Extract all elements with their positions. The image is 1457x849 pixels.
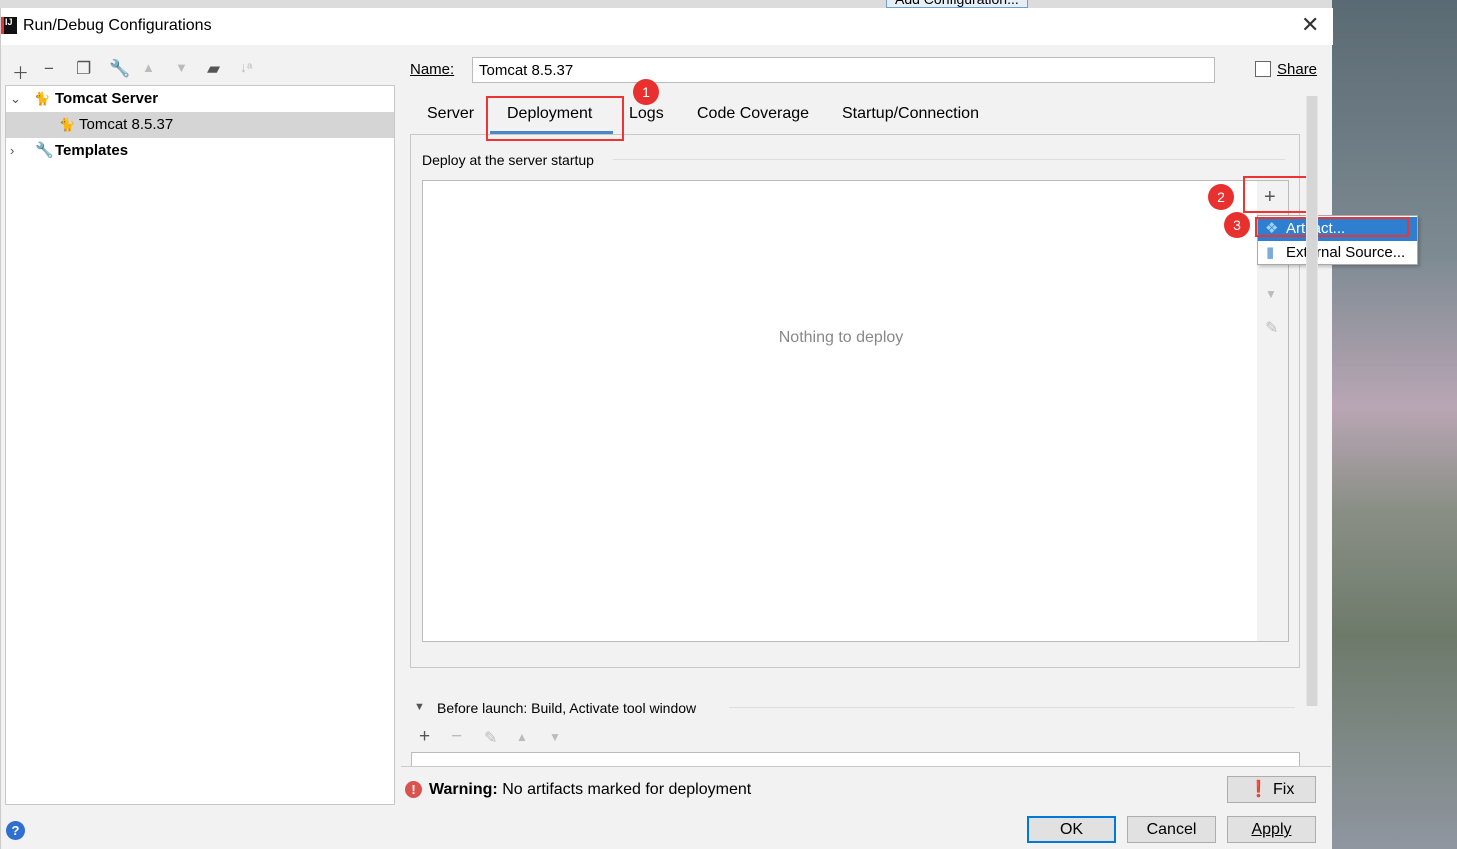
warning-text: No artifacts marked for deployment: [502, 781, 752, 798]
divider: [613, 159, 1285, 160]
wrench-icon[interactable]: 🔧: [109, 59, 130, 79]
deployment-list[interactable]: Nothing to deploy: [422, 180, 1258, 642]
menu-item-label: External Source...: [1286, 244, 1406, 261]
arrow-down-icon[interactable]: ▼: [1265, 287, 1277, 301]
tab-logs[interactable]: Logs: [629, 105, 664, 123]
fix-label: Fix: [1273, 781, 1295, 798]
title-bar: IJ Run/Debug Configurations ✕: [1, 8, 1333, 45]
pencil-icon[interactable]: ✎: [484, 728, 497, 748]
desktop-background: [1332, 0, 1457, 849]
tomcat-error-icon: 🐈: [59, 117, 76, 132]
tree-item-tomcat-server[interactable]: ⌄ 🐈 Tomcat Server: [6, 86, 394, 112]
fix-button[interactable]: ❗ Fix: [1227, 776, 1316, 803]
plus-icon[interactable]: ＋: [12, 59, 29, 84]
scrollbar-thumb[interactable]: [1307, 96, 1317, 706]
empty-state-text: Nothing to deploy: [778, 329, 904, 346]
annotation-badge-1: 1: [633, 79, 659, 105]
warning-message: Warning: No artifacts marked for deploym…: [429, 781, 751, 799]
share-checkbox[interactable]: [1255, 61, 1271, 77]
minus-icon[interactable]: −: [451, 726, 462, 748]
arrow-up-icon[interactable]: ▲: [516, 730, 528, 744]
tree-item-tomcat-8-5-37[interactable]: 🐈 Tomcat 8.5.37: [6, 112, 394, 138]
sort-alpha-icon[interactable]: ↓ᵃ: [240, 59, 252, 75]
before-launch-label[interactable]: Before launch: Build, Activate tool wind…: [437, 700, 696, 716]
arrow-down-icon[interactable]: ▼: [549, 730, 561, 744]
help-icon[interactable]: ?: [6, 821, 25, 840]
divider: [401, 766, 1331, 767]
plus-icon[interactable]: +: [419, 726, 430, 748]
bulb-icon: ❗: [1248, 781, 1269, 798]
collapse-triangle-icon[interactable]: ▼: [414, 701, 425, 713]
configuration-tree: ⌄ 🐈 Tomcat Server 🐈 Tomcat 8.5.37 › 🔧 Te…: [5, 85, 395, 805]
add-configuration-button[interactable]: Add Configuration...: [886, 0, 1028, 8]
annotation-box-1: [486, 96, 624, 141]
intellij-logo-icon: IJ: [1, 17, 17, 34]
tab-server[interactable]: Server: [427, 105, 474, 123]
annotation-badge-3: 3: [1224, 212, 1250, 238]
annotation-box-3: [1255, 217, 1409, 237]
cancel-button[interactable]: Cancel: [1127, 816, 1216, 843]
share-label: Share: [1277, 61, 1318, 78]
tree-item-label: Tomcat Server: [55, 90, 159, 107]
menu-item-external-source[interactable]: ▮ External Source...: [1258, 241, 1417, 265]
before-launch-list[interactable]: [411, 752, 1300, 766]
close-icon[interactable]: ✕: [1301, 12, 1319, 38]
warning-label: Warning:: [429, 781, 498, 798]
deploy-section-label: Deploy at the server startup: [422, 152, 594, 168]
tomcat-icon: 🐈: [34, 91, 51, 106]
tree-item-label: Templates: [55, 142, 129, 159]
chevron-right-icon[interactable]: ›: [10, 138, 14, 164]
pencil-icon[interactable]: ✎: [1265, 318, 1278, 338]
tab-code-coverage[interactable]: Code Coverage: [697, 105, 809, 123]
tree-item-templates[interactable]: › 🔧 Templates: [6, 138, 394, 164]
name-label: Name:: [410, 61, 455, 78]
wrench-icon: 🔧: [35, 142, 54, 159]
name-input[interactable]: [472, 57, 1215, 83]
divider: [729, 707, 1295, 708]
arrow-down-icon[interactable]: ▼: [175, 60, 188, 75]
warning-icon: !: [405, 781, 422, 798]
tab-startup-connection[interactable]: Startup/Connection: [842, 105, 979, 123]
new-folder-icon[interactable]: ▰: [207, 59, 220, 79]
chevron-down-icon[interactable]: ⌄: [10, 86, 21, 112]
run-debug-dialog: IJ Run/Debug Configurations ✕ ＋ − ❐ 🔧 ▲ …: [0, 8, 1418, 849]
ide-toolbar-strip: Add Configuration...: [0, 0, 1332, 8]
ok-button[interactable]: OK: [1027, 816, 1116, 843]
dialog-title: Run/Debug Configurations: [23, 17, 212, 34]
scrollbar[interactable]: [1306, 96, 1318, 706]
apply-button[interactable]: Apply: [1227, 816, 1316, 843]
archive-icon: ▮: [1266, 244, 1275, 261]
copy-icon[interactable]: ❐: [76, 59, 91, 79]
annotation-box-2: [1243, 176, 1308, 213]
annotation-badge-2: 2: [1208, 184, 1234, 210]
tree-item-label: Tomcat 8.5.37: [79, 116, 174, 133]
minus-icon[interactable]: −: [44, 59, 54, 79]
arrow-up-icon[interactable]: ▲: [142, 60, 155, 75]
